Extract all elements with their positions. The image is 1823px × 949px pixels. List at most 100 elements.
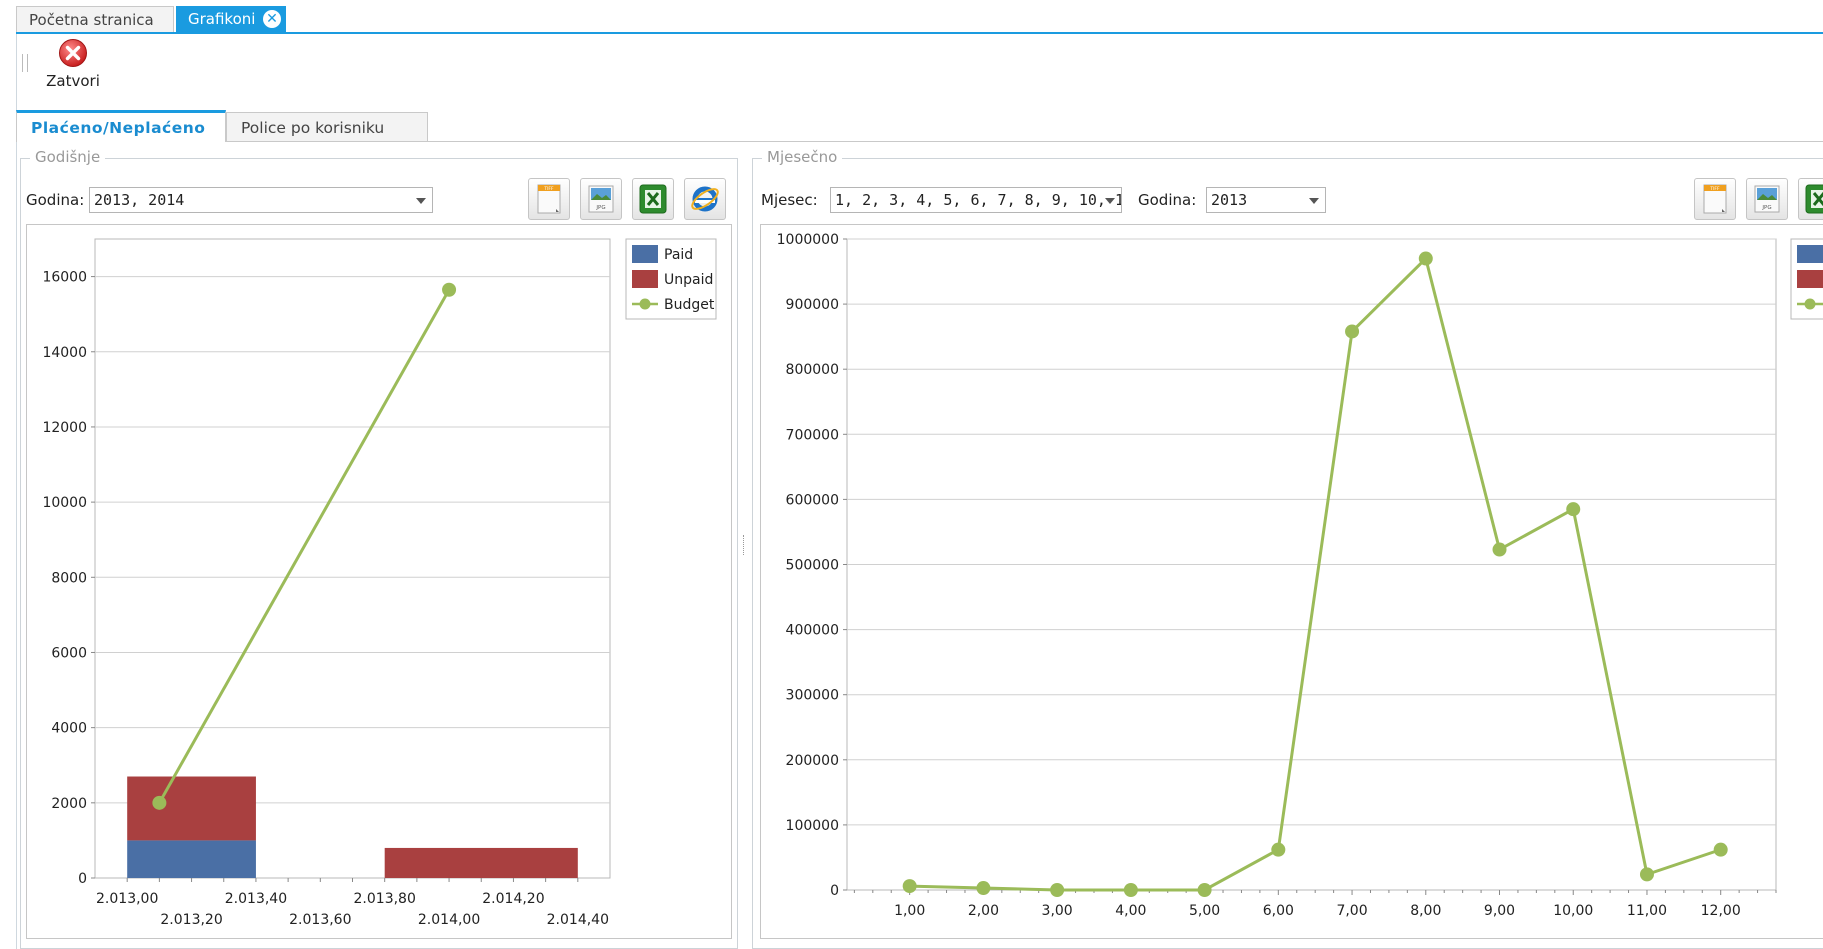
x-tick-label: 2.014,20 (482, 891, 544, 907)
excel-export-icon (1805, 184, 1823, 214)
excel-export-icon (639, 184, 667, 214)
export-tiff-button[interactable]: TIFF (528, 178, 570, 220)
y-tick-label: 900000 (786, 297, 839, 313)
bar-unpaid (384, 847, 578, 878)
y-tick-label: 4000 (51, 721, 87, 737)
jpg-export-icon: JPG (1754, 185, 1780, 213)
budget-point (1566, 502, 1581, 517)
y-tick-label: 700000 (786, 427, 839, 443)
budget-point (442, 282, 457, 297)
y-tick-label: 6000 (51, 645, 87, 661)
y-tick-label: 100000 (786, 818, 839, 834)
x-tick-label: 2.013,00 (96, 891, 158, 907)
sub-tab-baseline (226, 141, 1823, 142)
monthly-export-tiff-button[interactable]: TIFF (1694, 178, 1736, 220)
doc-tab-home-label: Početna stranica (29, 11, 154, 29)
x-tick-label: 2.013,80 (354, 891, 416, 907)
tiff-export-icon: TIFF (537, 184, 561, 214)
monthly-month-value: 1, 2, 3, 4, 5, 6, 7, 8, 9, 10, 11,... (835, 191, 1121, 209)
doc-tab-charts-label: Grafikoni (188, 10, 256, 28)
monthly-chart: 0 100000 200000 300000 400000 500000 600000 700… (760, 224, 1823, 939)
budget-point (1492, 542, 1507, 557)
y-tick-label: 300000 (786, 688, 839, 704)
legend-swatch (632, 270, 658, 288)
x-tick-label: 2.013,60 (289, 912, 351, 928)
x-tick-label: 2.014,00 (418, 912, 480, 928)
svg-text:JPG: JPG (595, 205, 605, 211)
x-tick-label: 12,00 (1701, 903, 1741, 919)
yearly-year-label: Godina: (26, 191, 85, 209)
budget-point (152, 795, 167, 810)
tab-policies-per-user[interactable]: Police po korisniku (226, 112, 428, 142)
y-tick-label: 1000000 (777, 232, 839, 248)
x-tick-label: 4,00 (1115, 903, 1146, 919)
chevron-down-icon (1309, 198, 1319, 204)
monthly-month-label: Mjesec: (761, 191, 818, 209)
y-tick-label: 16000 (42, 270, 87, 286)
budget-point (1639, 867, 1654, 882)
export-browser-button[interactable] (684, 178, 726, 220)
export-jpg-button[interactable]: JPG (580, 178, 622, 220)
y-tick-label: 500000 (786, 558, 839, 574)
monthly-year-value: 2013 (1211, 191, 1248, 209)
x-tick-label: 7,00 (1336, 903, 1367, 919)
monthly-export-jpg-button[interactable]: JPG (1746, 178, 1788, 220)
monthly-export-excel-button[interactable] (1798, 178, 1823, 220)
budget-point (1197, 883, 1212, 897)
y-tick-label: 2000 (51, 796, 87, 812)
yearly-group-title: Godišnje (30, 148, 106, 166)
tab-paid-unpaid-label: Plaćeno/Neplaćeno (31, 119, 206, 137)
export-excel-button[interactable] (632, 178, 674, 220)
legend-item-label: Paid (664, 247, 693, 263)
y-tick-label: 0 (830, 883, 839, 899)
x-tick-label: 1,00 (894, 903, 925, 919)
jpg-export-icon: JPG (588, 185, 614, 213)
bar-paid (127, 840, 256, 878)
tab-paid-unpaid[interactable]: Plaćeno/Neplaćeno (16, 110, 226, 142)
y-tick-label: 14000 (42, 345, 87, 361)
y-tick-label: 12000 (42, 420, 87, 436)
close-red-icon (58, 38, 88, 68)
monthly-year-select[interactable]: 2013 (1206, 187, 1326, 213)
svg-text:TIFF: TIFF (1709, 186, 1720, 192)
budget-point (902, 879, 917, 894)
budget-point (1123, 883, 1138, 897)
panel-left-border (16, 34, 17, 949)
legend-item-label: Unpaid (664, 272, 713, 288)
doc-tab-charts[interactable]: Grafikoni ✕ (176, 6, 286, 32)
x-tick-label: 2.013,40 (225, 891, 287, 907)
internet-explorer-icon (691, 186, 719, 212)
close-button[interactable]: Zatvori (42, 38, 104, 92)
doc-tab-home[interactable]: Početna stranica (16, 6, 174, 32)
budget-point (1418, 251, 1433, 266)
y-tick-label: 400000 (786, 623, 839, 639)
tiff-export-icon: TIFF (1703, 184, 1727, 214)
x-tick-label: 10,00 (1553, 903, 1593, 919)
y-tick-label: 600000 (786, 492, 839, 508)
budget-point (1713, 842, 1728, 857)
legend-item-label: Budget (664, 297, 715, 313)
legend-swatch (1797, 270, 1823, 288)
panel-splitter-grip[interactable] (743, 535, 746, 555)
legend-swatch (632, 245, 658, 263)
close-tab-icon[interactable]: ✕ (263, 10, 281, 28)
chevron-down-icon (416, 198, 426, 204)
x-tick-label: 11,00 (1627, 903, 1667, 919)
close-button-label: Zatvori (46, 72, 100, 90)
x-tick-label: 2.013,20 (160, 912, 222, 928)
yearly-year-select[interactable]: 2013, 2014 (89, 187, 433, 213)
chevron-down-icon (1105, 198, 1115, 204)
budget-point (1050, 883, 1065, 897)
x-tick-label: 5,00 (1189, 903, 1220, 919)
y-tick-label: 0 (78, 871, 87, 887)
x-tick-label: 9,00 (1484, 903, 1515, 919)
x-tick-label: 6,00 (1263, 903, 1294, 919)
y-tick-label: 200000 (786, 753, 839, 769)
monthly-group-title: Mjesečno (762, 148, 843, 166)
y-tick-label: 10000 (42, 495, 87, 511)
budget-point (1271, 842, 1286, 857)
yearly-year-value: 2013, 2014 (94, 191, 185, 209)
x-tick-label: 8,00 (1410, 903, 1441, 919)
budget-point (1345, 324, 1360, 339)
monthly-month-select[interactable]: 1, 2, 3, 4, 5, 6, 7, 8, 9, 10, 11,... (830, 187, 1122, 213)
